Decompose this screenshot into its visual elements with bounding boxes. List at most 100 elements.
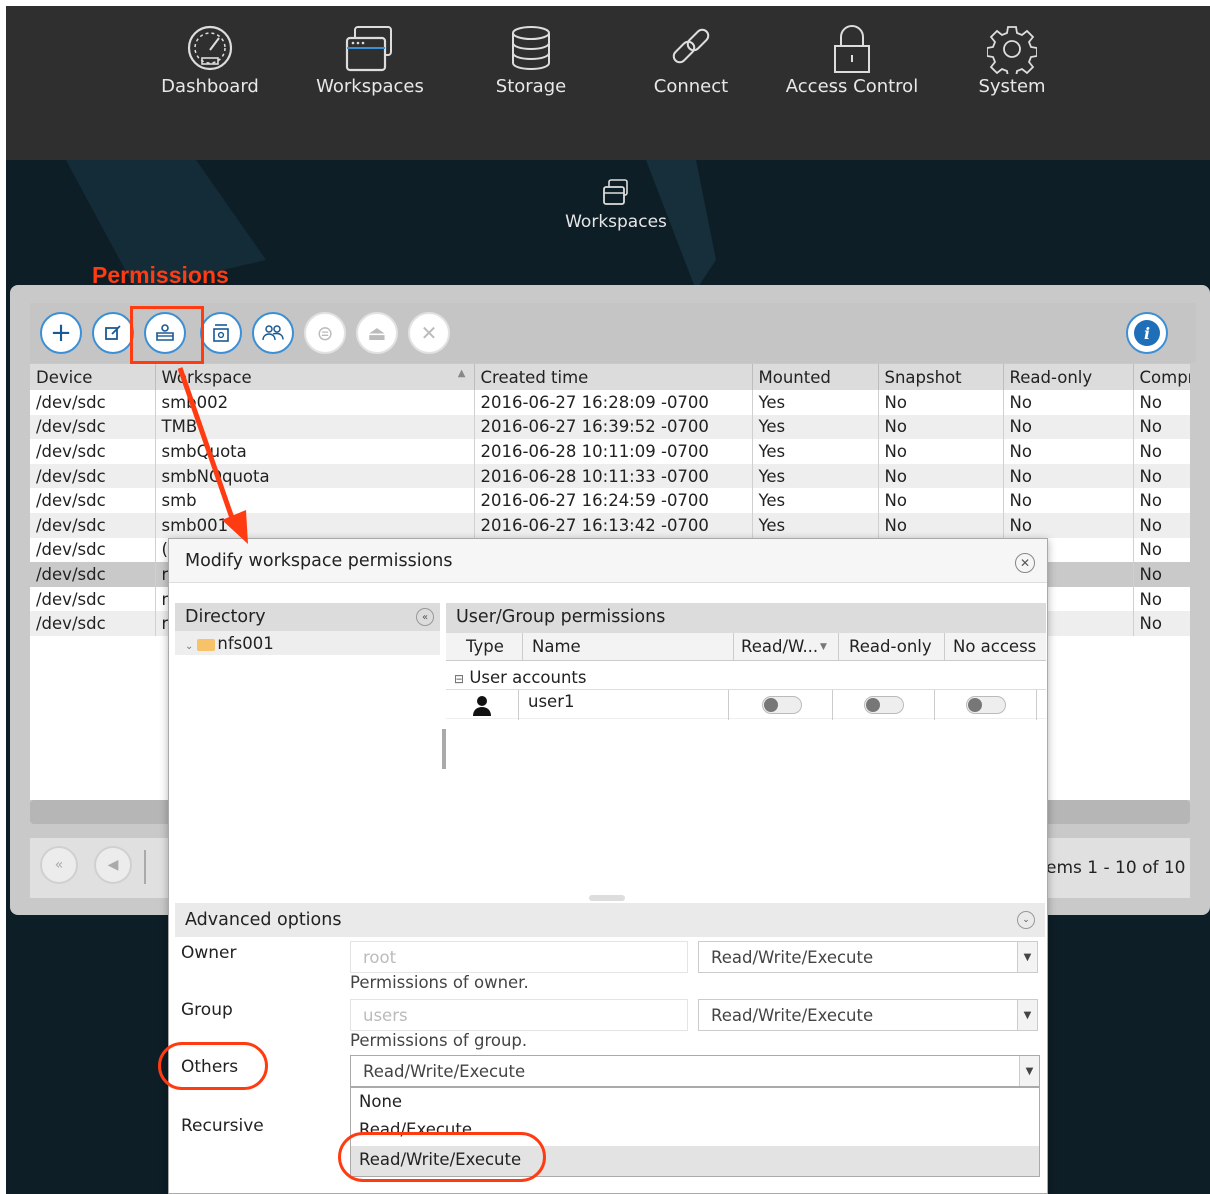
table-cell: /dev/sdc [30,611,156,636]
cell-divider [934,690,935,720]
nav-storage[interactable]: Storage [461,24,601,114]
table-row[interactable]: /dev/sdc smb001 2016-06-27 16:13:42 -0700 Y… [30,512,1190,538]
directory-tree-node[interactable]: ⌄ nfs001 [175,631,440,655]
link-icon [672,28,710,64]
table-cell: /dev/sdc [30,390,156,415]
prev-page-button[interactable]: ◀ [94,846,132,884]
column-header[interactable]: Mounted [752,364,879,390]
chevron-down-icon: ⌄ [185,641,194,652]
quota-button[interactable] [200,312,242,354]
sort-asc-icon: ▲ [457,367,466,379]
column-header[interactable]: Workspace ▲ [155,364,475,390]
table-cell: smbNOquota [155,463,475,489]
cell-divider [832,690,833,720]
table-header-row: Device Workspace ▲ Created time Mounted S… [30,364,1190,390]
advanced-options-header[interactable]: Advanced options ⌄ [175,903,1045,937]
permissions-column-headers: Type Name Read/W... ▼ Read-only No acces… [446,633,1046,661]
column-header[interactable]: Created time [474,364,753,390]
table-row[interactable]: /dev/sdc smb002 2016-06-27 16:28:09 -0700 Y… [30,390,1190,415]
privileges-button[interactable] [252,312,294,354]
table-cell: No [1133,390,1190,415]
first-page-icon: « [54,857,64,873]
table-cell: No [1003,488,1134,513]
table-cell: No [878,414,1004,440]
quota-icon [213,324,229,342]
column-name[interactable]: Name [532,637,581,656]
recursive-label: Recursive [181,1116,264,1136]
column-header[interactable]: Device [30,364,156,390]
dialog-close-button[interactable]: ✕ [1015,553,1035,573]
group-input[interactable]: users [350,999,688,1031]
option-none[interactable]: None [359,1092,402,1111]
cell-divider [1036,690,1037,720]
owner-input[interactable]: root [350,941,688,973]
column-type[interactable]: Type [466,637,504,656]
table-cell: No [1133,537,1190,563]
collapse-directory-button[interactable]: « [416,608,434,626]
nav-workspaces[interactable]: Workspaces [300,24,440,114]
table-cell: smbQuota [155,439,475,464]
edit-button[interactable] [92,312,134,354]
table-cell: /dev/sdc [30,562,156,587]
windows-icon [345,26,392,72]
user-name: user1 [528,692,575,711]
others-permission-select[interactable]: Read/Write/Execute ▼ [350,1055,1040,1087]
plus-icon: + [50,318,72,348]
mount-button[interactable]: ⊜ [304,312,346,354]
table-cell: /dev/sdc [30,414,156,440]
table-cell: /dev/sdc [30,488,156,513]
banner-title: Workspaces [546,178,686,232]
table-cell: 2016-06-27 16:24:59 -0700 [474,488,753,513]
add-button[interactable]: + [40,312,82,354]
table-cell: smb002 [155,390,475,415]
gauge-icon [187,25,233,71]
table-cell: Yes [752,512,879,538]
group-permission-select[interactable]: Read/Write/Execute ▼ [698,999,1038,1031]
table-cell: No [1133,611,1190,636]
owner-help: Permissions of owner. [350,973,529,992]
read-only-toggle[interactable] [864,696,904,714]
user-group-permissions-pane: User/Group permissions Type Name Read/W.… [446,603,1046,895]
table-row[interactable]: /dev/sdc smb 2016-06-27 16:24:59 -0700 Yes N… [30,488,1190,513]
table-cell: No [878,463,1004,489]
table-row[interactable]: /dev/sdc TMB 2016-06-27 16:39:52 -0700 Yes N… [30,414,1190,440]
info-button[interactable]: i [1126,312,1168,354]
column-header[interactable]: Snapshot [878,364,1004,390]
stage: Dashboard Workspaces Storage Connect Acc… [0,0,1210,1194]
chevron-down-icon: ▼ [1019,1056,1039,1086]
read-write-toggle[interactable] [762,696,802,714]
annotation-others-circle [158,1042,268,1090]
group-user-accounts[interactable]: ⊟ User accounts [446,661,1046,689]
table-cell: /dev/sdc [30,463,156,489]
column-header[interactable]: Compr [1133,364,1190,390]
vertical-splitter[interactable] [589,895,625,901]
column-no-access[interactable]: No access [953,637,1036,656]
nav-dashboard[interactable]: Dashboard [140,24,280,114]
table-cell: No [1003,390,1134,415]
table-cell: No [1133,512,1190,538]
nav-access-control[interactable]: Access Control [781,24,923,114]
delete-button[interactable]: ✕ [408,312,450,354]
mount-icon: ⊜ [316,321,334,345]
user-icon [473,696,491,716]
table-cell: Yes [752,439,879,464]
column-header[interactable]: Read-only [1003,364,1134,390]
eject-icon: ⏏ [367,321,387,345]
unmount-button[interactable]: ⏏ [356,312,398,354]
first-page-button[interactable]: « [40,846,78,884]
owner-permission-select[interactable]: Read/Write/Execute ▼ [698,941,1038,973]
nav-connect[interactable]: Connect [621,24,761,114]
table-cell: /dev/sdc [30,439,156,464]
table-row[interactable]: /dev/sdc smbNOquota 2016-06-28 10:11:33 -0… [30,463,1190,489]
column-read-write[interactable]: Read/W... [741,637,818,656]
group-help: Permissions of group. [350,1031,528,1050]
nav-system[interactable]: System [942,24,1082,114]
table-cell: No [1133,586,1190,612]
table-row[interactable]: /dev/sdc smbQuota 2016-06-28 10:11:09 -070… [30,439,1190,464]
table-cell: No [1133,488,1190,513]
column-divider [944,633,945,661]
column-read-only[interactable]: Read-only [849,637,932,656]
table-cell: No [878,439,1004,464]
user-group-header: User/Group permissions [446,603,1046,633]
no-access-toggle[interactable] [966,696,1006,714]
